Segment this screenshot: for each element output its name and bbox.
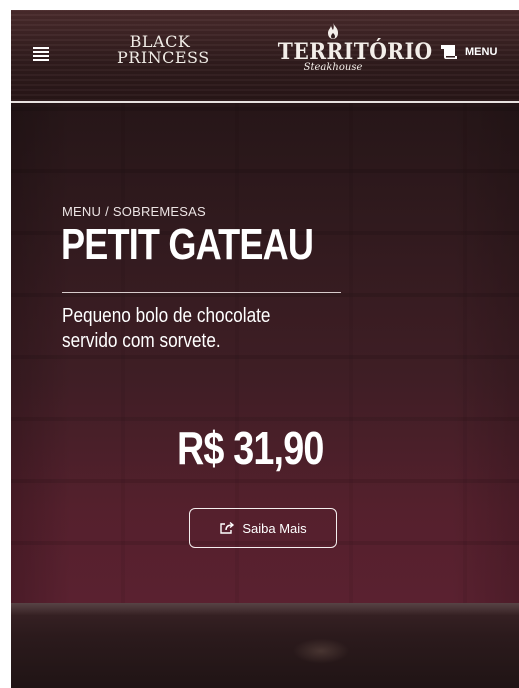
flame-icon <box>328 23 338 39</box>
top-header: BLACK PRINCESS TERRITÓRIO Steakhouse MEN… <box>11 10 519 101</box>
black-princess-logo[interactable]: BLACK PRINCESS <box>117 34 210 67</box>
saiba-mais-button[interactable]: Saiba Mais <box>189 508 337 548</box>
territorio-logo[interactable]: TERRITÓRIO Steakhouse <box>273 22 433 92</box>
product-title: PETIT GATEAU <box>61 220 314 269</box>
breadcrumb: MENU / SOBREMESAS <box>62 204 206 219</box>
breadcrumb-current[interactable]: SOBREMESAS <box>113 204 206 219</box>
title-divider <box>62 292 341 293</box>
territorio-wordmark: TERRITÓRIO <box>277 39 433 65</box>
app-frame: BLACK PRINCESS TERRITÓRIO Steakhouse MEN… <box>11 10 519 688</box>
product-photo-preview <box>11 603 519 688</box>
share-icon <box>220 521 235 534</box>
product-price: R$ 31,90 <box>177 422 324 474</box>
menu-button[interactable]: MENU <box>439 43 497 61</box>
saiba-mais-label: Saiba Mais <box>242 520 307 536</box>
logo-line-2: PRINCESS <box>117 48 210 67</box>
product-description: Pequeno bolo de chocolate servido com so… <box>62 305 271 352</box>
scroll-menu-icon <box>441 45 457 59</box>
breadcrumb-menu-link[interactable]: MENU <box>62 204 101 219</box>
hamburger-menu-icon[interactable] <box>33 47 49 63</box>
menu-label: MENU <box>465 46 498 58</box>
breadcrumb-separator: / <box>105 204 109 219</box>
photo-edge <box>11 603 519 615</box>
product-hero: MENU / SOBREMESAS PETIT GATEAU Pequeno bol… <box>11 103 519 603</box>
